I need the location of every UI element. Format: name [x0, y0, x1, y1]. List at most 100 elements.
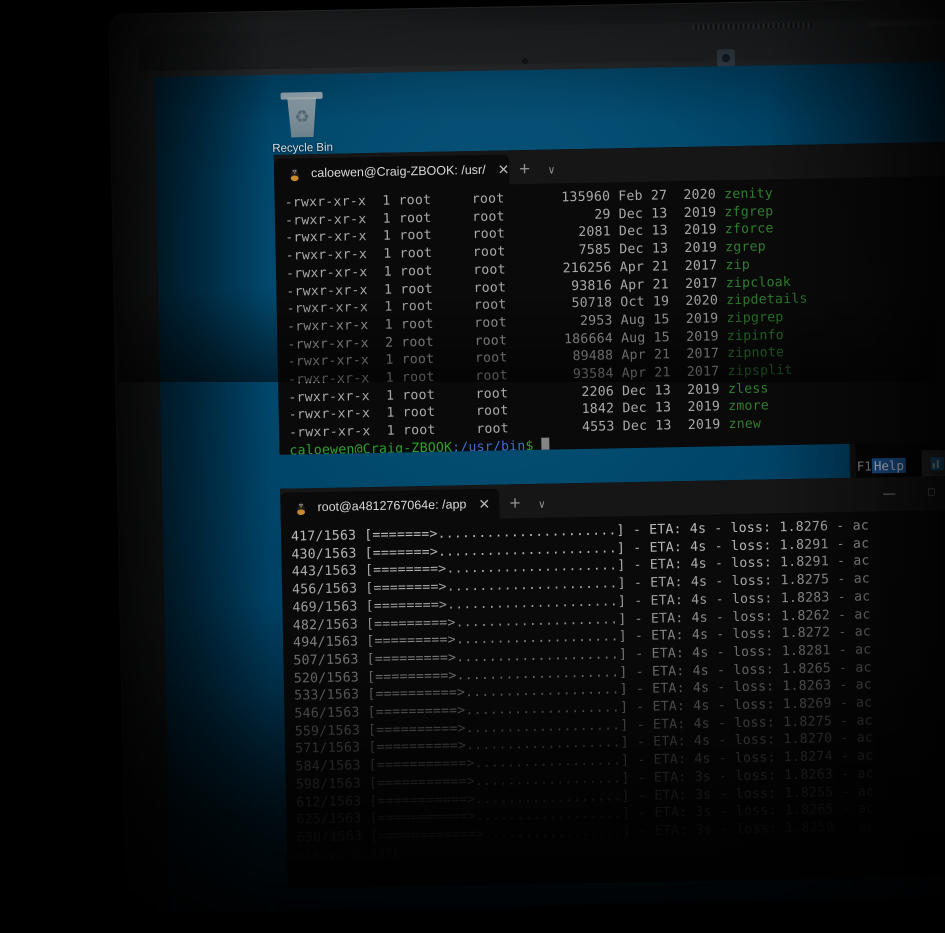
- training-separator: -: [707, 609, 733, 626]
- training-log-output: 417/1563 [=======>......................…: [281, 509, 945, 865]
- maximize-button[interactable]: □: [910, 476, 945, 509]
- training-separator: -: [828, 554, 854, 570]
- training-separator: -: [828, 536, 854, 552]
- eta-label: ETA:: [650, 610, 692, 627]
- training-separator: -: [830, 642, 856, 659]
- loss-value: 1.8272: [781, 625, 831, 642]
- training-step: 638/1563: [296, 829, 371, 846]
- training-separator: -: [630, 823, 656, 840]
- eta-label: ETA:: [649, 557, 691, 574]
- terminal-cursor[interactable]: [541, 437, 550, 452]
- eta-value: 4s: [691, 610, 708, 626]
- loss-value: 1.8281: [781, 643, 831, 660]
- training-separator: -: [832, 748, 858, 765]
- loss-label: loss:: [734, 750, 784, 767]
- eta-label: ETA:: [651, 645, 693, 662]
- training-separator: -: [709, 680, 734, 696]
- loss-value: 1.8291: [779, 536, 829, 553]
- training-separator: -: [706, 538, 732, 555]
- eta-label: ETA:: [651, 663, 693, 680]
- accuracy-label-truncated: ac: [857, 766, 874, 782]
- training-step: 520/1563: [293, 669, 368, 687]
- training-step: 625/1563: [296, 811, 370, 828]
- ls-filename: zgrep: [725, 239, 766, 256]
- training-separator: -: [707, 574, 732, 590]
- training-step: 417/1563: [290, 528, 365, 545]
- training-separator: -: [628, 717, 654, 733]
- loss-label: loss:: [734, 732, 784, 749]
- accuracy-label-truncated: ac: [855, 695, 873, 711]
- ls-filename: zipsplit: [727, 362, 793, 380]
- training-step: 507/1563: [293, 652, 367, 669]
- training-step: 571/1563: [295, 740, 369, 757]
- chevron-down-icon[interactable]: ∨: [540, 163, 563, 176]
- training-separator: -: [707, 591, 733, 608]
- terminal-window-usr[interactable]: caloewen@Craig-ZBOOK: /usr/ ✕ + ∨ -rwxr-…: [273, 139, 945, 455]
- training-step: 482/1563: [292, 616, 367, 634]
- loss-value: 1.8276: [779, 519, 829, 536]
- eta-label: ETA:: [653, 752, 695, 768]
- ls-filename: znew: [728, 416, 762, 433]
- eta-label: ETA:: [652, 698, 694, 715]
- eta-value: 4s: [690, 574, 708, 591]
- terminal-window-app[interactable]: root@a4812767064e: /app ✕ + ∨ — □ ✕ 417/…: [280, 475, 945, 889]
- htop-function-label[interactable]: Help: [871, 457, 907, 474]
- laptop-top-bezel: [138, 16, 945, 72]
- loss-label: loss:: [732, 626, 782, 643]
- terminal-tab[interactable]: root@a4812767064e: /app ✕: [280, 488, 500, 523]
- screenshot-scene: ♻ Recycle Bin 1 2 3 Mem Swp PID 198: [0, 0, 945, 933]
- eta-label: ETA:: [653, 734, 695, 751]
- training-separator: -: [628, 699, 653, 716]
- eta-label: ETA:: [652, 681, 694, 698]
- training-step: 456/1563: [291, 581, 366, 598]
- ls-filename: zipgrep: [726, 310, 784, 327]
- loss-value: 1.8283: [780, 590, 830, 607]
- training-separator: -: [625, 558, 650, 574]
- task-manager-titlebar[interactable]: Task Manager: [922, 446, 945, 476]
- accuracy-label-truncated: ac: [857, 783, 875, 800]
- laptop-screen: ♻ Recycle Bin 1 2 3 Mem Swp PID 198: [154, 59, 945, 913]
- training-separator: -: [629, 770, 655, 786]
- loss-value: 1.8275: [780, 572, 830, 589]
- ls-filename: zenity: [723, 186, 774, 203]
- training-step: 546/1563: [294, 705, 368, 722]
- accuracy-label-truncated: ac: [853, 571, 871, 587]
- recycle-bin-icon: ♻: [283, 97, 322, 138]
- loss-value: 1.8255: [784, 784, 834, 801]
- laptop-chassis: ♻ Recycle Bin 1 2 3 Mem Swp PID 198: [108, 0, 945, 915]
- minimize-button[interactable]: —: [868, 477, 911, 510]
- eta-label: ETA:: [653, 769, 695, 786]
- training-step: 430/1563: [291, 545, 365, 563]
- training-separator: -: [709, 715, 735, 732]
- training-separator: -: [624, 540, 650, 556]
- loss-value: 1.8265: [781, 660, 832, 677]
- eta-value: 3s: [695, 822, 713, 838]
- eta-label: ETA:: [652, 716, 694, 733]
- eta-value: 4s: [689, 521, 707, 537]
- terminal-tab-title: caloewen@Craig-ZBOOK: /usr/: [310, 162, 486, 181]
- terminal-tab[interactable]: caloewen@Craig-ZBOOK: /usr/ ✕: [273, 154, 510, 189]
- training-separator: -: [626, 611, 652, 627]
- loss-label: loss:: [735, 803, 785, 820]
- window-controls: — □ ✕: [868, 475, 945, 511]
- eta-label: ETA:: [651, 628, 693, 644]
- accuracy-label-truncated: ac: [856, 730, 874, 747]
- accuracy-label-truncated: ac: [855, 660, 872, 676]
- training-separator: -: [627, 682, 653, 698]
- eta-value: 4s: [690, 539, 707, 555]
- training-separator: -: [626, 646, 652, 663]
- training-step: 469/1563: [292, 598, 366, 616]
- chevron-down-icon[interactable]: ∨: [530, 498, 553, 511]
- task-manager-icon: [930, 456, 944, 470]
- new-tab-icon[interactable]: +: [499, 493, 530, 514]
- loss-label: loss:: [732, 608, 782, 625]
- close-icon[interactable]: ✕: [475, 496, 493, 512]
- training-separator: -: [706, 556, 732, 573]
- eta-value: 3s: [694, 787, 712, 803]
- training-separator: -: [829, 589, 855, 606]
- training-separator: -: [628, 735, 654, 751]
- linux-penguin-icon: [287, 166, 302, 181]
- new-tab-icon[interactable]: +: [509, 159, 540, 180]
- accuracy-label-truncated: ac: [853, 553, 870, 570]
- training-separator: -: [705, 521, 731, 537]
